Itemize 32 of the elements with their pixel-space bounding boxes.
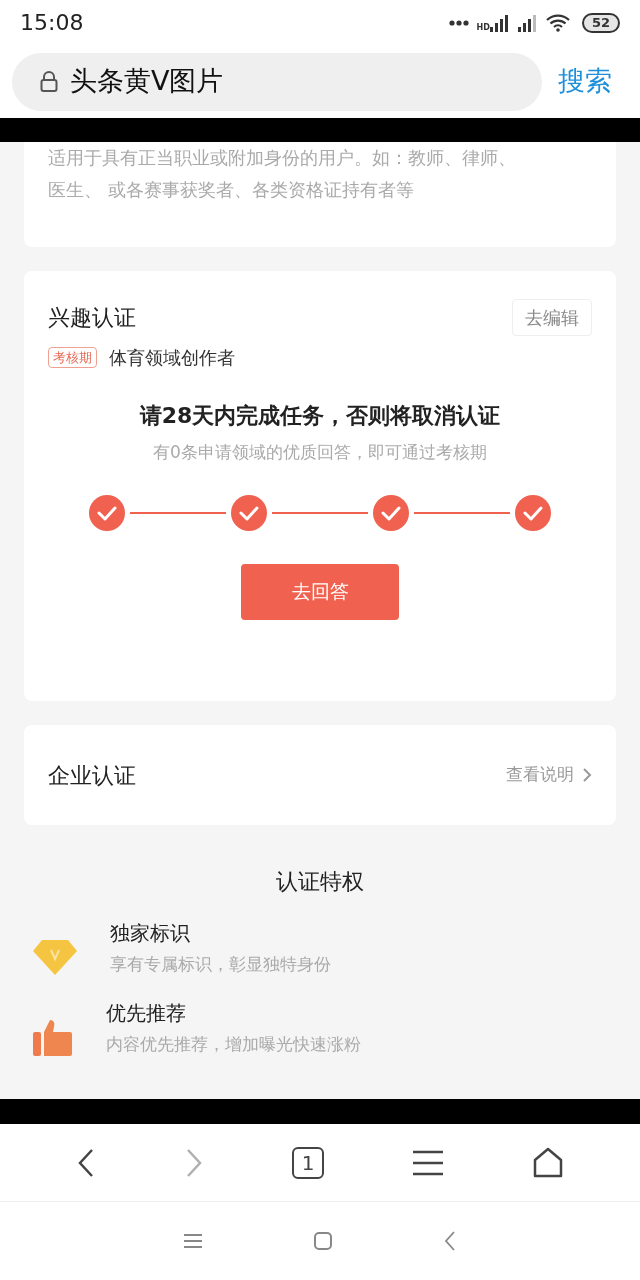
lock-icon bbox=[40, 70, 58, 93]
privilege-description: 享有专属标识，彰显独特身份 bbox=[110, 953, 331, 976]
info-link[interactable]: 查看说明 bbox=[506, 762, 592, 788]
thumbs-up-icon bbox=[32, 1017, 74, 1058]
battery-indicator: 52 bbox=[581, 12, 620, 33]
home-square-icon[interactable] bbox=[313, 1231, 333, 1251]
status-tag: 考核期 bbox=[48, 346, 97, 369]
privilege-description: 内容优先推荐，增加曝光快速涨粉 bbox=[106, 1032, 361, 1056]
network-label: HD bbox=[476, 23, 490, 32]
privilege-title: 独家标识 bbox=[110, 920, 191, 947]
chevron-right-icon bbox=[582, 767, 592, 783]
more-dots-icon bbox=[448, 19, 469, 26]
answer-button[interactable]: 去回答 bbox=[241, 563, 399, 620]
task-headline: 请28天内完成任务，否则将取消认证 bbox=[138, 402, 502, 430]
tabs-button[interactable]: 1 bbox=[292, 1146, 324, 1179]
card-title: 兴趣认证 bbox=[48, 304, 136, 332]
home-icon[interactable] bbox=[532, 1146, 564, 1179]
status-time: 15:08 bbox=[20, 9, 84, 37]
diamond-icon bbox=[32, 938, 78, 976]
menu-icon[interactable] bbox=[412, 1148, 444, 1177]
signal-icon bbox=[517, 13, 538, 32]
search-field[interactable]: 头条黄V图片 bbox=[12, 52, 542, 111]
edit-button[interactable]: 去编辑 bbox=[512, 299, 592, 336]
search-button[interactable]: 搜索 bbox=[558, 61, 628, 102]
section-title: 认证特权 bbox=[275, 868, 365, 896]
field-label: 体育领域创作者 bbox=[109, 346, 235, 370]
task-subtitle: 有0条申请领域的优质回答，即可通过考核期 bbox=[152, 441, 488, 464]
card-title: 企业认证 bbox=[48, 761, 136, 790]
signal-icon bbox=[489, 13, 510, 32]
description-text: 适用于具有正当职业或附加身份的用户。如：教师、律师、医生、 或各赛事获奖者、各类资格证持有者等 bbox=[48, 146, 517, 202]
privilege-title: 优先推荐 bbox=[106, 999, 187, 1027]
wifi-icon bbox=[545, 13, 570, 32]
